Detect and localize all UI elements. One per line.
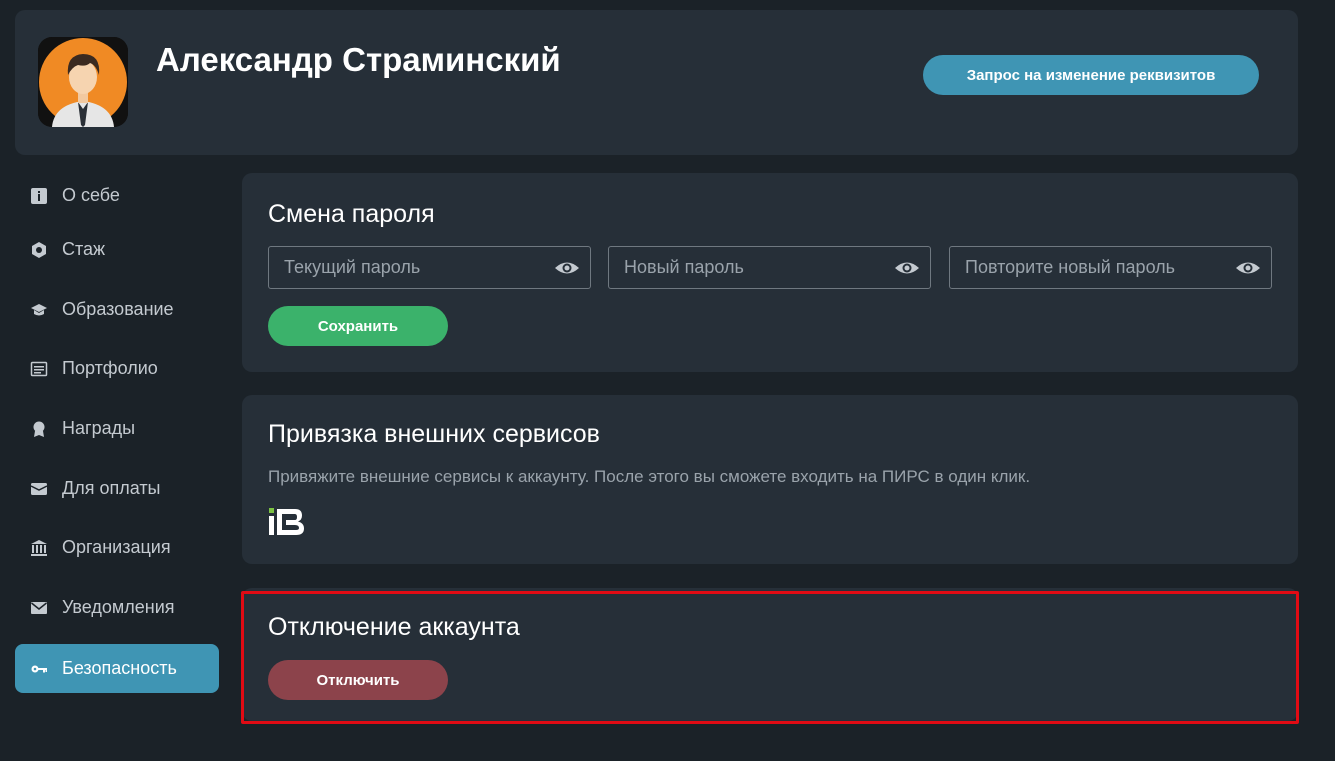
disable-card-title: Отключение аккаунта bbox=[268, 613, 520, 641]
sidebar-item-label: Безопасность bbox=[62, 658, 177, 678]
external-services-card: Привязка внешних сервисов Привяжите внеш… bbox=[242, 395, 1298, 564]
request-details-change-button[interactable]: Запрос на изменение реквизитов bbox=[923, 55, 1259, 95]
user-avatar bbox=[38, 37, 128, 127]
sidebar-item-label: Организация bbox=[62, 537, 171, 557]
password-change-card: Смена пароля Сохранить bbox=[242, 173, 1298, 372]
eye-icon[interactable] bbox=[554, 256, 580, 280]
save-password-button[interactable]: Сохранить bbox=[268, 306, 448, 346]
eye-icon[interactable] bbox=[894, 256, 920, 280]
new-password-input[interactable] bbox=[609, 247, 930, 288]
sidebar-item-awards[interactable]: Награды bbox=[15, 404, 219, 453]
sidebar-item-experience[interactable]: Стаж bbox=[15, 225, 219, 274]
list-icon bbox=[30, 360, 48, 378]
sidebar-item-about[interactable]: О себе bbox=[15, 171, 219, 220]
sidebar-item-label: Уведомления bbox=[62, 597, 175, 617]
sidebar-item-education[interactable]: Образование bbox=[15, 285, 219, 334]
repeat-password-input[interactable] bbox=[950, 247, 1271, 288]
sidebar-item-payment[interactable]: Для оплаты bbox=[15, 464, 219, 513]
award-icon bbox=[30, 420, 48, 438]
sidebar-item-label: О себе bbox=[62, 185, 120, 205]
user-name: Александр Страминский bbox=[156, 41, 561, 78]
sidebar-item-label: Портфолио bbox=[62, 358, 158, 378]
sidebar-item-organization[interactable]: Организация bbox=[15, 523, 219, 572]
ib-logo-icon[interactable] bbox=[268, 508, 306, 536]
profile-header: Александр Страминский Запрос на изменени… bbox=[15, 10, 1298, 155]
services-card-title: Привязка внешних сервисов bbox=[268, 420, 600, 448]
disable-account-button[interactable]: Отключить bbox=[268, 660, 448, 700]
bank-icon bbox=[30, 539, 48, 557]
sidebar-item-portfolio[interactable]: Портфолио bbox=[15, 344, 219, 393]
repeat-password-field bbox=[949, 246, 1272, 289]
disable-account-card: Отключение аккаунта Отключить bbox=[242, 588, 1298, 721]
sidebar-item-notifications[interactable]: Уведомления bbox=[15, 583, 219, 632]
sidebar-item-label: Образование bbox=[62, 299, 174, 319]
sidebar-item-label: Награды bbox=[62, 418, 136, 438]
sidebar-item-security[interactable]: Безопасность bbox=[15, 644, 219, 693]
key-icon bbox=[30, 660, 48, 678]
info-icon bbox=[30, 187, 48, 205]
sidebar-item-label: Для оплаты bbox=[62, 478, 161, 498]
current-password-field bbox=[268, 246, 591, 289]
wallet-icon bbox=[30, 480, 48, 498]
envelope-icon bbox=[30, 599, 48, 617]
services-description: Привяжите внешние сервисы к аккаунту. По… bbox=[268, 467, 1031, 486]
new-password-field bbox=[608, 246, 931, 289]
password-card-title: Смена пароля bbox=[268, 200, 435, 228]
graduation-cap-icon bbox=[30, 301, 48, 319]
hexagon-icon bbox=[30, 241, 48, 259]
current-password-input[interactable] bbox=[269, 247, 590, 288]
eye-icon[interactable] bbox=[1235, 256, 1261, 280]
sidebar-item-label: Стаж bbox=[62, 239, 106, 259]
